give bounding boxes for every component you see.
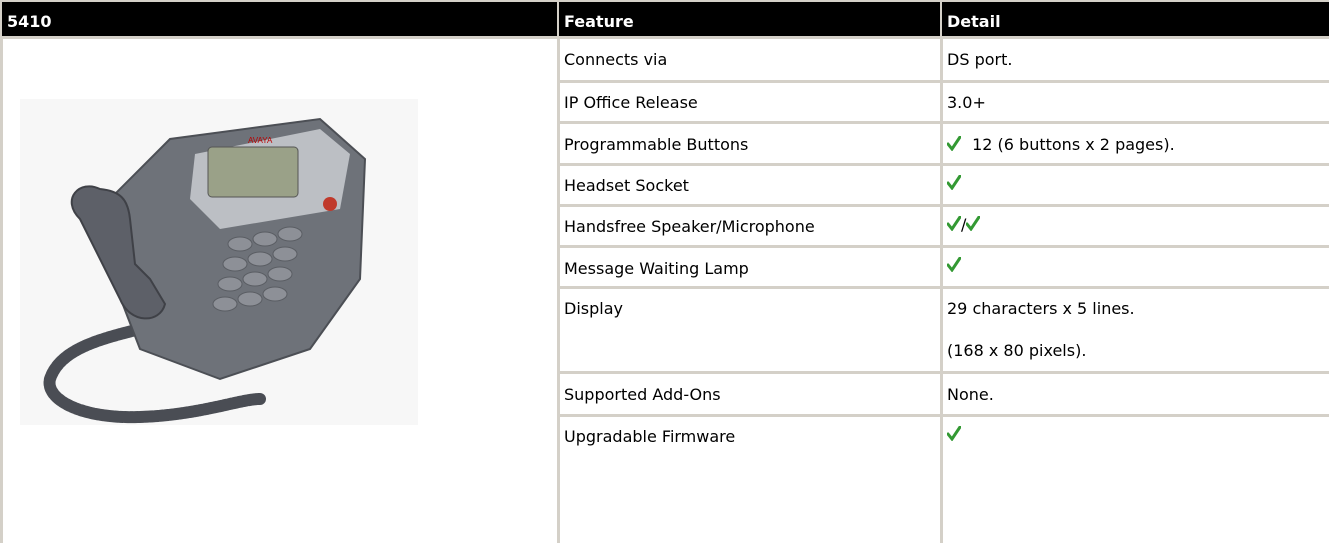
detail-value: 12 (6 buttons x 2 pages). <box>972 135 1175 154</box>
detail-cell-connects-via: DS port. <box>940 36 1329 80</box>
detail-cell-buttons: 12 (6 buttons x 2 pages). <box>940 121 1329 163</box>
header-model-label: 5410 <box>7 12 52 31</box>
header-detail: Detail <box>940 0 1329 36</box>
feature-cell-connects-via: Connects via <box>557 36 940 80</box>
detail-value-2: (168 x 80 pixels). <box>947 341 1087 360</box>
header-feature-label: Feature <box>564 12 634 31</box>
feature-cell-mwi: Message Waiting Lamp <box>557 245 940 286</box>
checkmark-icon <box>947 257 961 272</box>
feature-table: 5410 Feature Detail AVAYA Connects via D… <box>0 0 1329 543</box>
detail-value: 29 characters x 5 lines. <box>947 299 1135 318</box>
detail-cell-release: 3.0+ <box>940 80 1329 121</box>
feature-label: Message Waiting Lamp <box>564 259 749 278</box>
feature-label: IP Office Release <box>564 93 698 112</box>
detail-cell-mwi <box>940 245 1329 286</box>
feature-cell-release: IP Office Release <box>557 80 940 121</box>
checkmark-icon <box>947 175 961 190</box>
detail-cell-handsfree: / <box>940 204 1329 245</box>
feature-label: Display <box>564 299 623 318</box>
feature-cell-headset: Headset Socket <box>557 163 940 204</box>
detail-value: None. <box>947 385 994 404</box>
checkmark-icon <box>947 426 961 441</box>
feature-cell-display: Display <box>557 286 940 371</box>
feature-cell-firmware: Upgradable Firmware <box>557 414 940 543</box>
detail-value: 3.0+ <box>947 93 986 112</box>
header-feature: Feature <box>557 0 940 36</box>
phone-logo: AVAYA <box>248 136 273 145</box>
header-detail-label: Detail <box>947 12 1001 31</box>
checkmark-icon <box>966 216 981 231</box>
feature-label: Supported Add-Ons <box>564 385 721 404</box>
detail-value: DS port. <box>947 50 1013 69</box>
feature-label: Upgradable Firmware <box>564 427 736 446</box>
feature-cell-addons: Supported Add-Ons <box>557 371 940 414</box>
feature-label: Headset Socket <box>564 176 689 195</box>
feature-cell-handsfree: Handsfree Speaker/Microphone <box>557 204 940 245</box>
detail-cell-display: 29 characters x 5 lines. (168 x 80 pixel… <box>940 286 1329 371</box>
phone-image-cell: AVAYA <box>0 36 557 543</box>
feature-label: Handsfree Speaker/Microphone <box>564 217 815 236</box>
detail-cell-firmware <box>940 414 1329 543</box>
header-model: 5410 <box>0 0 557 36</box>
feature-label: Programmable Buttons <box>564 135 749 154</box>
detail-cell-headset <box>940 163 1329 204</box>
detail-cell-addons: None. <box>940 371 1329 414</box>
feature-cell-buttons: Programmable Buttons <box>557 121 940 163</box>
phone-image: AVAYA <box>20 99 418 425</box>
feature-label: Connects via <box>564 50 668 69</box>
checkmark-icon <box>947 216 961 231</box>
checkmark-icon <box>947 136 961 151</box>
